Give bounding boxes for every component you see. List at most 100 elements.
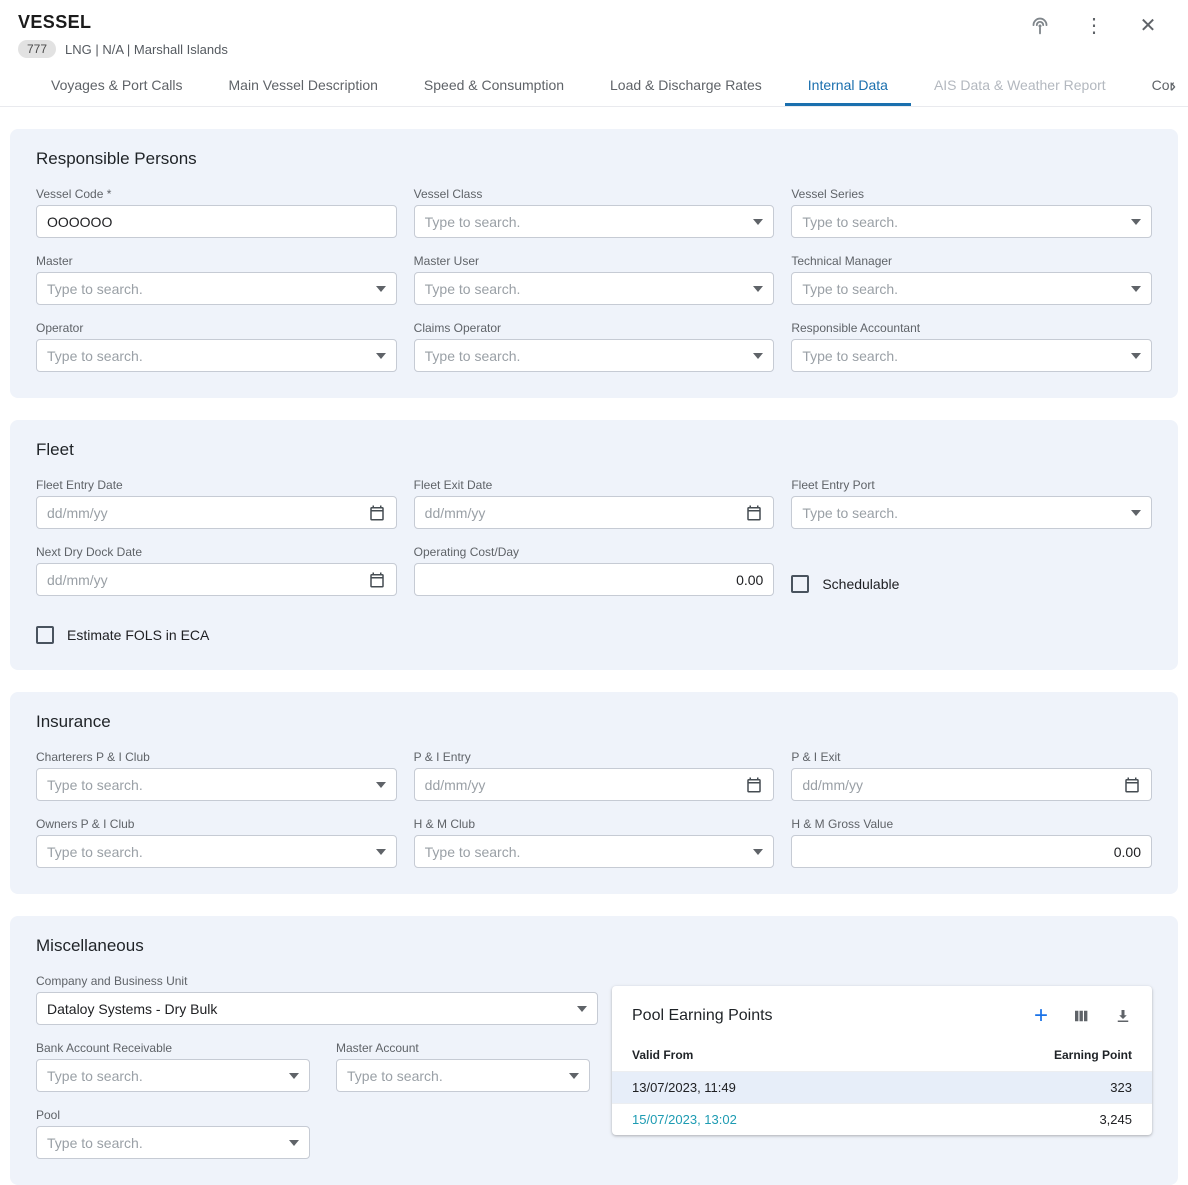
pool-earning-points-card: Pool Earning Points + Valid From Earning… bbox=[612, 986, 1152, 1135]
chevron-down-icon[interactable] bbox=[1131, 219, 1141, 225]
column-valid-from: Valid From bbox=[632, 1048, 693, 1062]
operator-input[interactable] bbox=[47, 348, 368, 364]
chevron-down-icon[interactable] bbox=[376, 353, 386, 359]
field-bank-account-receivable: Bank Account Receivable bbox=[36, 1041, 310, 1092]
field-label: P & I Exit bbox=[791, 750, 1152, 764]
download-icon[interactable] bbox=[1114, 1007, 1132, 1025]
field-owners-p-and-i-club: Owners P & I Club bbox=[36, 817, 397, 868]
close-icon[interactable]: ✕ bbox=[1136, 14, 1160, 38]
chevron-down-icon[interactable] bbox=[376, 286, 386, 292]
fleet-exit-date-input[interactable] bbox=[425, 505, 738, 521]
calendar-icon[interactable] bbox=[745, 776, 763, 794]
tab-voyages-port-calls[interactable]: Voyages & Port Calls bbox=[28, 68, 206, 106]
tab-bar: Voyages & Port Calls Main Vessel Descrip… bbox=[0, 68, 1188, 107]
pool-input[interactable] bbox=[47, 1135, 281, 1151]
chevron-down-icon[interactable] bbox=[753, 219, 763, 225]
vessel-subtitle: LNG | N/A | Marshall Islands bbox=[65, 42, 228, 57]
tab-internal-data[interactable]: Internal Data bbox=[785, 68, 911, 106]
field-master: Master bbox=[36, 254, 397, 305]
bank-account-receivable-input[interactable] bbox=[47, 1068, 281, 1084]
broadcast-icon[interactable] bbox=[1028, 14, 1052, 38]
field-label: Charterers P & I Club bbox=[36, 750, 397, 764]
chevron-down-icon[interactable] bbox=[289, 1073, 299, 1079]
field-p-and-i-entry: P & I Entry bbox=[414, 750, 775, 801]
vessel-class-input[interactable] bbox=[425, 214, 746, 230]
schedulable-checkbox-row[interactable]: Schedulable bbox=[791, 575, 899, 593]
section-title: Miscellaneous bbox=[36, 936, 1152, 956]
checkbox-label: Schedulable bbox=[822, 576, 899, 592]
operating-cost-day-input[interactable] bbox=[425, 572, 764, 588]
chevron-down-icon[interactable] bbox=[1131, 286, 1141, 292]
field-label: Operating Cost/Day bbox=[414, 545, 775, 559]
field-operating-cost-day: Operating Cost/Day bbox=[414, 545, 775, 600]
field-label: Pool bbox=[36, 1108, 310, 1122]
chevron-down-icon[interactable] bbox=[577, 1006, 587, 1012]
tabs-scroll-right-icon[interactable]: › bbox=[1166, 74, 1180, 99]
estimate-fols-checkbox-row[interactable]: Estimate FOLS in ECA bbox=[36, 626, 1152, 644]
charterers-p-and-i-club-input[interactable] bbox=[47, 777, 368, 793]
section-insurance: Insurance Charterers P & I Club P & I En… bbox=[10, 692, 1178, 894]
field-label: Fleet Exit Date bbox=[414, 478, 775, 492]
fleet-entry-date-input[interactable] bbox=[47, 505, 360, 521]
chevron-down-icon[interactable] bbox=[569, 1073, 579, 1079]
valid-from-cell: 15/07/2023, 13:02 bbox=[632, 1112, 737, 1127]
chevron-down-icon[interactable] bbox=[376, 782, 386, 788]
chevron-down-icon[interactable] bbox=[376, 849, 386, 855]
p-and-i-exit-input[interactable] bbox=[802, 777, 1115, 793]
master-account-input[interactable] bbox=[347, 1068, 561, 1084]
field-vessel-code: Vessel Code * bbox=[36, 187, 397, 238]
fleet-entry-port-input[interactable] bbox=[802, 505, 1123, 521]
more-options-icon[interactable]: ⋮ bbox=[1082, 14, 1106, 38]
technical-manager-input[interactable] bbox=[802, 281, 1123, 297]
chevron-down-icon[interactable] bbox=[1131, 353, 1141, 359]
field-technical-manager: Technical Manager bbox=[791, 254, 1152, 305]
field-pool: Pool bbox=[36, 1108, 310, 1159]
field-label: Next Dry Dock Date bbox=[36, 545, 397, 559]
claims-operator-input[interactable] bbox=[425, 348, 746, 364]
chevron-down-icon[interactable] bbox=[753, 353, 763, 359]
p-and-i-entry-input[interactable] bbox=[425, 777, 738, 793]
field-operator: Operator bbox=[36, 321, 397, 372]
columns-icon[interactable] bbox=[1072, 1007, 1090, 1025]
field-label: Claims Operator bbox=[414, 321, 775, 335]
owners-p-and-i-club-input[interactable] bbox=[47, 844, 368, 860]
field-label: Vessel Series bbox=[791, 187, 1152, 201]
calendar-icon[interactable] bbox=[1123, 776, 1141, 794]
field-master-user: Master User bbox=[414, 254, 775, 305]
vessel-series-input[interactable] bbox=[802, 214, 1123, 230]
column-earning-point: Earning Point bbox=[1054, 1048, 1132, 1062]
company-and-business-unit-input[interactable] bbox=[47, 1001, 569, 1017]
tab-speed-consumption[interactable]: Speed & Consumption bbox=[401, 68, 587, 106]
field-label: Master Account bbox=[336, 1041, 590, 1055]
field-vessel-series: Vessel Series bbox=[791, 187, 1152, 238]
h-and-m-club-input[interactable] bbox=[425, 844, 746, 860]
estimate-fols-checkbox[interactable] bbox=[36, 626, 54, 644]
master-input[interactable] bbox=[47, 281, 368, 297]
chevron-down-icon[interactable] bbox=[1131, 510, 1141, 516]
tab-ais-data-weather-report[interactable]: AIS Data & Weather Report bbox=[911, 68, 1129, 106]
responsible-accountant-input[interactable] bbox=[802, 348, 1123, 364]
calendar-icon[interactable] bbox=[368, 504, 386, 522]
chevron-down-icon[interactable] bbox=[753, 849, 763, 855]
field-p-and-i-exit: P & I Exit bbox=[791, 750, 1152, 801]
field-fleet-exit-date: Fleet Exit Date bbox=[414, 478, 775, 529]
field-label: Vessel Code * bbox=[36, 187, 397, 201]
calendar-icon[interactable] bbox=[368, 571, 386, 589]
next-dry-dock-date-input[interactable] bbox=[47, 572, 360, 588]
schedulable-checkbox[interactable] bbox=[791, 575, 809, 593]
tab-load-discharge-rates[interactable]: Load & Discharge Rates bbox=[587, 68, 785, 106]
h-and-m-gross-value-input[interactable] bbox=[802, 844, 1141, 860]
vessel-code-input[interactable] bbox=[47, 214, 386, 230]
master-user-input[interactable] bbox=[425, 281, 746, 297]
field-responsible-accountant: Responsible Accountant bbox=[791, 321, 1152, 372]
chevron-down-icon[interactable] bbox=[289, 1140, 299, 1146]
table-row[interactable]: 15/07/2023, 13:02 3,245 bbox=[612, 1103, 1152, 1135]
tab-main-vessel-description[interactable]: Main Vessel Description bbox=[206, 68, 401, 106]
field-next-dry-dock-date: Next Dry Dock Date bbox=[36, 545, 397, 600]
table-row[interactable]: 13/07/2023, 11:49 323 bbox=[612, 1071, 1152, 1103]
add-icon[interactable]: + bbox=[1034, 1004, 1048, 1028]
chevron-down-icon[interactable] bbox=[753, 286, 763, 292]
section-miscellaneous: Miscellaneous Company and Business Unit … bbox=[10, 916, 1178, 1185]
calendar-icon[interactable] bbox=[745, 504, 763, 522]
field-label: Responsible Accountant bbox=[791, 321, 1152, 335]
